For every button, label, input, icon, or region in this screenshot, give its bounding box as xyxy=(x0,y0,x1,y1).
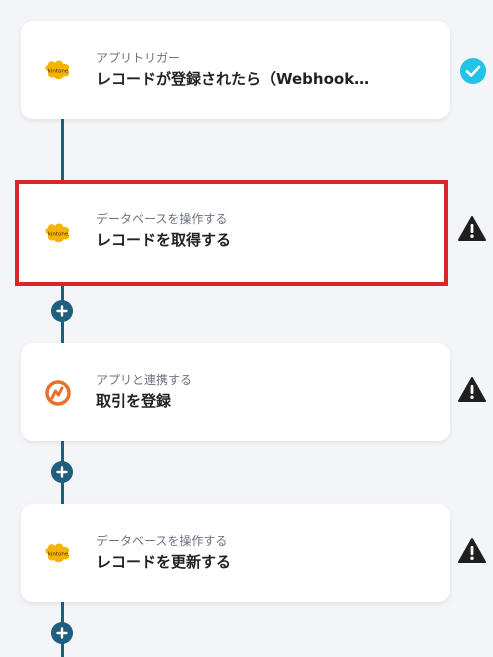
warning-icon xyxy=(458,537,486,565)
warning-icon xyxy=(458,376,486,404)
step-subtitle: アプリトリガー xyxy=(96,51,181,65)
svg-text:kintone: kintone xyxy=(48,232,69,238)
kintone-icon: kintone xyxy=(43,541,73,565)
svg-text:kintone: kintone xyxy=(48,552,69,558)
step-title: レコードを取得する xyxy=(96,231,232,249)
step-subtitle: データベースを操作する xyxy=(96,534,228,548)
svg-text:kintone: kintone xyxy=(48,69,69,75)
flow-step-card-get-record[interactable]: kintone データベースを操作する レコードを取得する xyxy=(15,180,448,286)
kintone-icon: kintone xyxy=(43,58,73,82)
warning-icon xyxy=(458,215,486,243)
flow-step-card-register-transaction[interactable]: アプリと連携する 取引を登録 xyxy=(21,343,450,441)
success-check-icon xyxy=(459,57,487,85)
step-title: レコードが登録されたら（Webhook… xyxy=(96,70,370,88)
flow-step-card-update-record[interactable]: kintone データベースを操作する レコードを更新する xyxy=(21,504,450,602)
kintone-icon: kintone xyxy=(43,221,73,245)
step-subtitle: アプリと連携する xyxy=(96,373,193,387)
add-step-button[interactable] xyxy=(51,300,73,322)
step-subtitle: データベースを操作する xyxy=(96,212,228,226)
flow-step-card-trigger[interactable]: kintone アプリトリガー レコードが登録されたら（Webhook… xyxy=(21,21,450,119)
connector-line xyxy=(61,118,64,184)
step-title: 取引を登録 xyxy=(96,392,172,410)
step-title: レコードを更新する xyxy=(96,553,232,571)
add-step-button[interactable] xyxy=(51,622,73,644)
add-step-button[interactable] xyxy=(51,461,73,483)
moneyforward-icon xyxy=(43,380,73,406)
